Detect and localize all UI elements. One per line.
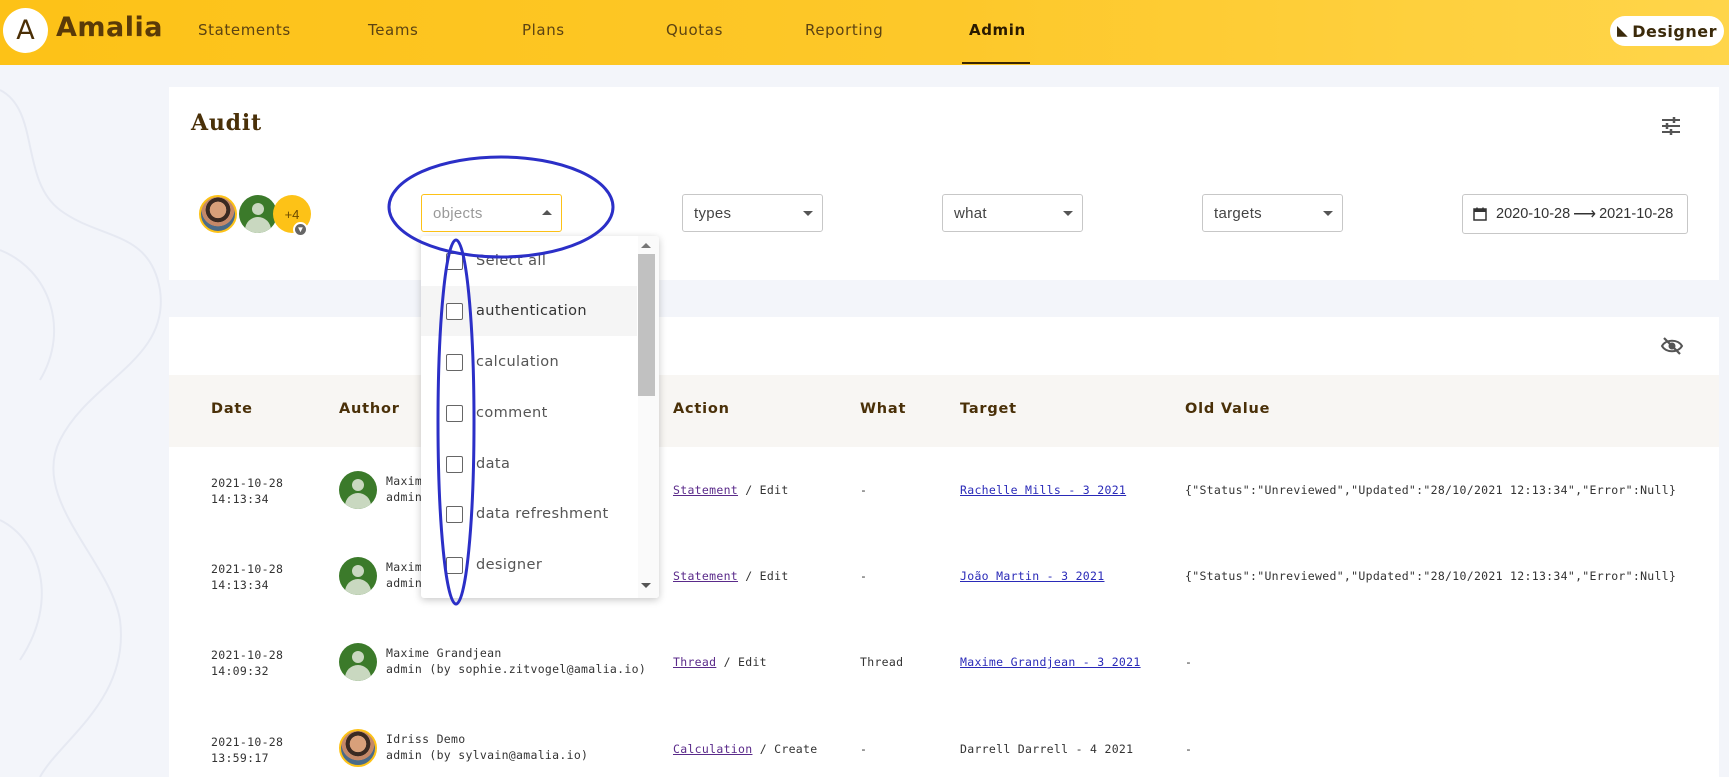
option-data[interactable]: data [421,439,637,489]
table-row-old-value: - [1185,742,1193,756]
caret-down-icon [1323,211,1333,216]
action-link[interactable]: Calculation [673,742,752,756]
option-calculation[interactable]: calculation [421,337,637,387]
set-square-icon: ◣ [1616,23,1629,39]
checkbox[interactable] [446,556,463,574]
nav-teams[interactable]: Teams [368,21,418,39]
checkbox[interactable] [446,353,463,371]
table-row-action: Calculation / Create [673,742,818,756]
table-row-old-value: {"Status":"Unreviewed","Updated":"28/10/… [1185,569,1677,583]
logo-letter: A [16,15,35,46]
nav-plans[interactable]: Plans [522,21,565,39]
table-row-author: Maxime Grandjean admin (by sophie.zitvoge… [386,646,647,676]
target-link[interactable]: João Martin - 3 2021 [960,569,1104,583]
table-row-date: 2021-10-28 14:13:34 [211,562,284,592]
designer-button[interactable]: ◣ Designer [1610,16,1724,46]
checkbox[interactable] [446,252,463,270]
caret-up-icon [542,210,552,215]
column-header-target[interactable]: Target [960,401,1017,417]
option-comment[interactable]: comment [421,388,637,438]
caret-down-icon [803,211,813,216]
table-row-target: Darrell Darrell - 4 2021 [960,742,1134,756]
filter-settings-icon[interactable] [1660,115,1682,137]
column-header-what[interactable]: What [860,401,906,417]
column-header-author[interactable]: Author [339,401,400,417]
page-title: Audit [191,110,262,136]
table-row-old-value: - [1185,655,1193,669]
option-select-all[interactable]: Select all [421,236,637,286]
nav-reporting[interactable]: Reporting [805,21,883,39]
app-name: Amalia [56,12,163,43]
date-range-picker[interactable]: 2020-10-28 ⟶ 2021-10-28 [1462,194,1688,234]
author-avatar [339,557,377,595]
calendar-icon [1473,207,1487,221]
column-header-date[interactable]: Date [211,401,253,417]
active-tab-indicator [962,62,1030,64]
table-row-date: 2021-10-28 14:13:34 [211,476,284,506]
action-link[interactable]: Statement [673,569,738,583]
author-avatar [339,643,377,681]
table-row-action: Statement / Edit [673,483,789,497]
author-avatar [339,471,377,509]
column-header-action[interactable]: Action [673,401,730,417]
what-select[interactable]: what [942,194,1083,232]
table-row-old-value: {"Status":"Unreviewed","Updated":"28/10/… [1185,483,1677,497]
eye-off-icon[interactable] [1660,336,1684,356]
nav-admin[interactable]: Admin [969,21,1026,39]
checkbox[interactable] [446,404,463,422]
table-row-what: - [860,483,868,497]
option-designer[interactable]: designer [421,540,637,590]
chevron-down-icon[interactable]: ▼ [293,222,308,237]
types-select[interactable]: types [682,194,823,232]
objects-select[interactable]: objects [421,194,562,232]
author-avatar [339,729,377,767]
target-link[interactable]: Maxime Grandjean - 3 2021 [960,655,1141,669]
table-header [169,375,1719,447]
option-authentication[interactable]: authentication [421,286,637,336]
table-row-what: Thread [860,655,904,669]
table-row-author: Maxim admin [386,560,423,590]
table-row-what: - [860,569,868,583]
targets-select[interactable]: targets [1202,194,1343,232]
top-nav-bar: A Amalia Statements Teams Plans Quotas R… [0,0,1729,65]
targets-label: targets [1214,204,1262,222]
arrow-right-icon: ⟶ [1573,206,1597,223]
date-from: 2020-10-28 [1496,206,1571,222]
scroll-down-arrow-icon[interactable] [641,583,651,588]
dropdown-scrollbar-thumb[interactable] [638,254,655,396]
action-link[interactable]: Thread [673,655,716,669]
user-avatar-photo[interactable] [199,195,237,233]
column-header-old-value[interactable]: Old Value [1185,401,1270,417]
scroll-up-arrow-icon[interactable] [641,243,651,248]
audit-filter-card [169,87,1719,280]
checkbox[interactable] [446,505,463,523]
logo[interactable]: A [3,8,48,53]
checkbox[interactable] [446,455,463,473]
types-label: types [694,204,732,222]
table-row-author: Idriss Demo admin (by sylvain@amalia.io) [386,732,589,762]
caret-down-icon [1063,211,1073,216]
user-avatar-default[interactable] [239,195,277,233]
table-row-date: 2021-10-28 14:09:32 [211,648,284,678]
objects-placeholder: objects [433,204,483,222]
table-row-author: Maxim admin [386,474,423,504]
table-row-date: 2021-10-28 13:59:17 [211,735,284,765]
designer-label: Designer [1632,21,1717,41]
checkbox[interactable] [446,302,463,320]
what-label: what [954,204,987,222]
date-to: 2021-10-28 [1599,206,1674,222]
nav-statements[interactable]: Statements [198,21,291,39]
nav-quotas[interactable]: Quotas [666,21,723,39]
table-row-what: - [860,742,868,756]
option-data-refreshment[interactable]: data refreshment [421,489,637,539]
table-row-action: Thread / Edit [673,655,767,669]
table-row-action: Statement / Edit [673,569,789,583]
action-link[interactable]: Statement [673,483,738,497]
objects-dropdown-menu: Select all authentication calculation co… [421,236,659,598]
target-link[interactable]: Rachelle Mills - 3 2021 [960,483,1126,497]
